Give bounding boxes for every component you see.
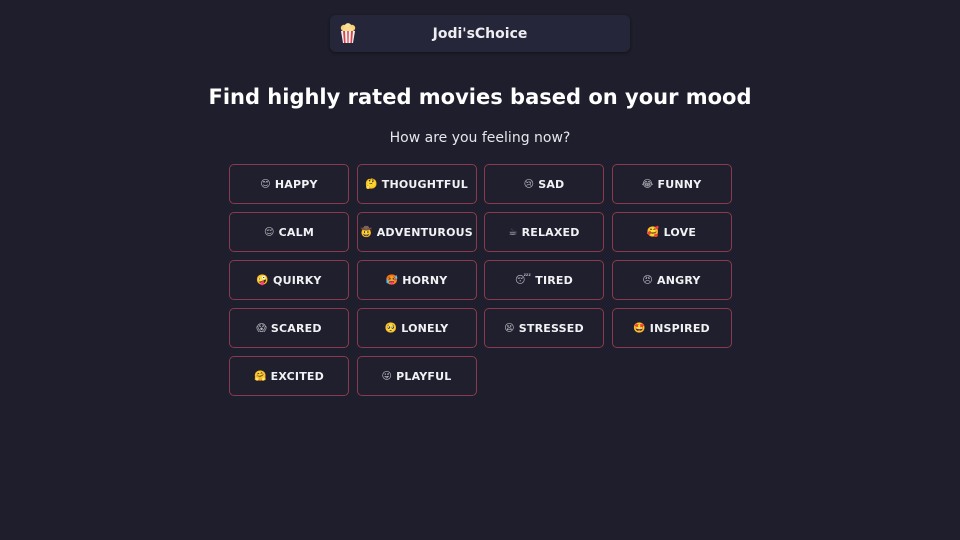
hugging-face-icon: 🤗 (254, 370, 267, 382)
mood-label: INSPIRED (649, 321, 710, 335)
mood-label: SCARED (270, 321, 322, 335)
mood-label: PLAYFUL (396, 369, 452, 383)
tired-face-icon: 😫 (504, 322, 515, 334)
cowboy-face-icon: 🤠 (360, 226, 373, 238)
mood-label: STRESSED (518, 321, 584, 335)
mood-button-scared[interactable]: 😱 SCARED (229, 308, 349, 348)
happy-face-icon: 😊 (260, 178, 271, 190)
popcorn-icon (339, 23, 357, 44)
mood-button-happy[interactable]: 😊 HAPPY (229, 164, 349, 204)
mood-button-lonely[interactable]: 🥺 LONELY (356, 308, 477, 348)
mood-button-excited[interactable]: 🤗 EXCITED (229, 356, 349, 396)
mood-button-tired[interactable]: 😴 TIRED (484, 260, 604, 300)
mood-label: QUIRKY (273, 273, 322, 287)
relieved-face-icon: 😌 (264, 226, 275, 238)
crying-face-icon: 😢 (523, 178, 535, 190)
sleeping-face-icon: 😴 (515, 274, 532, 286)
mood-label: ANGRY (657, 273, 701, 287)
mood-label: TIRED (535, 273, 573, 287)
app-title: Jodi'sChoice (432, 25, 528, 42)
mood-label: THOUGHTFUL (381, 177, 468, 191)
mood-button-angry[interactable]: 😠 ANGRY (611, 260, 732, 300)
mood-label: HAPPY (274, 177, 318, 191)
mood-label: LOVE (663, 225, 697, 239)
mood-button-relaxed[interactable]: ☕ RELAXED (484, 212, 604, 252)
screaming-face-icon: 😱 (256, 322, 267, 334)
mood-label: CALM (278, 225, 314, 239)
mood-button-thoughtful[interactable]: 🤔 THOUGHTFUL (356, 164, 477, 204)
mood-button-horny[interactable]: 🥵 HORNY (356, 260, 477, 300)
mood-grid: 😊 HAPPY 🤔 THOUGHTFUL 😢 SAD 😂 FUNNY 😌 CALM 🤠 AD… (229, 164, 732, 396)
mood-button-playful[interactable]: 😜 PLAYFUL (356, 356, 477, 396)
mood-label: FUNNY (657, 177, 702, 191)
mood-button-love[interactable]: 🥰 LOVE (611, 212, 732, 252)
mood-label: LONELY (401, 321, 449, 335)
mood-button-stressed[interactable]: 😫 STRESSED (484, 308, 604, 348)
mood-button-quirky[interactable]: 🤪 QUIRKY (229, 260, 349, 300)
page-title: Find highly rated movies based on your m… (208, 85, 752, 109)
mood-button-adventurous[interactable]: 🤠 ADVENTUROUS (356, 212, 477, 252)
mood-prompt: How are you feeling now? (389, 130, 571, 146)
mood-button-inspired[interactable]: 🤩 INSPIRED (611, 308, 732, 348)
mood-button-sad[interactable]: 😢 SAD (484, 164, 604, 204)
mood-label: HORNY (402, 273, 448, 287)
mood-button-funny[interactable]: 😂 FUNNY (611, 164, 732, 204)
mood-label: EXCITED (270, 369, 324, 383)
app-header: Jodi'sChoice (330, 15, 630, 52)
smiling-hearts-face-icon: 🥰 (646, 226, 660, 238)
angry-face-icon: 😠 (642, 274, 654, 286)
mood-label: ADVENTUROUS (376, 225, 473, 239)
star-struck-face-icon: 🤩 (633, 322, 646, 334)
laughing-face-icon: 😂 (641, 178, 654, 190)
pleading-face-icon: 🥺 (384, 322, 398, 334)
zany-face-icon: 🤪 (256, 274, 270, 286)
winking-tongue-face-icon: 😜 (381, 370, 393, 382)
thinking-face-icon: 🤔 (365, 178, 378, 190)
hot-beverage-icon: ☕ (508, 226, 518, 238)
mood-label: SAD (538, 177, 565, 191)
hot-face-icon: 🥵 (385, 274, 399, 286)
mood-label: RELAXED (521, 225, 580, 239)
mood-button-calm[interactable]: 😌 CALM (229, 212, 349, 252)
